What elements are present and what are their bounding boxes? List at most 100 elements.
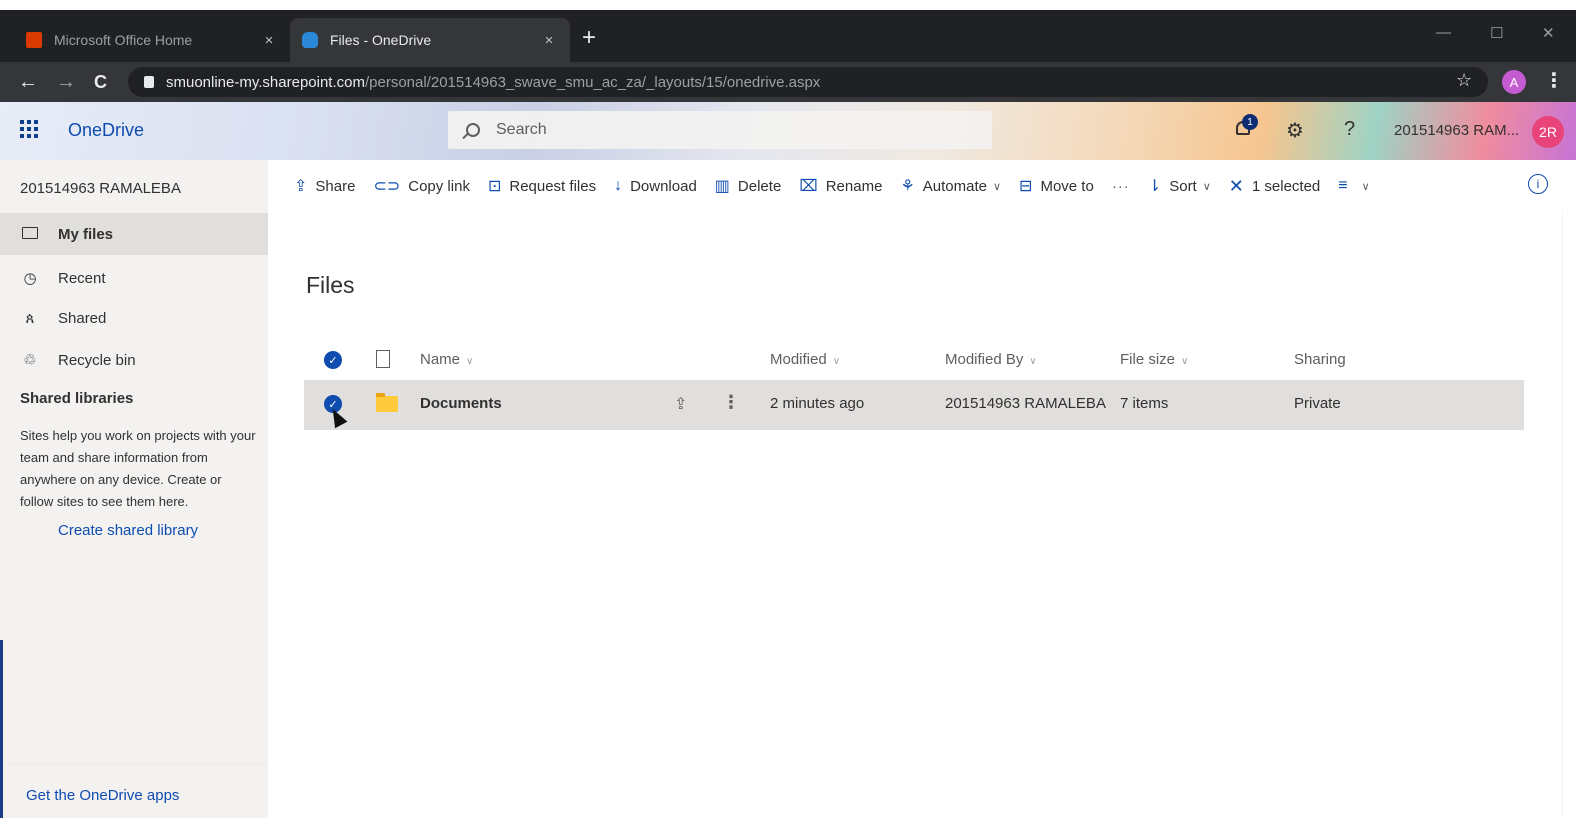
- sidebar-item-label: Shared: [58, 309, 107, 327]
- get-apps-footer: Get the OneDrive apps: [0, 764, 268, 818]
- chevron-down-icon: ∨: [1361, 180, 1370, 193]
- chevron-down-icon: ∨: [1181, 356, 1189, 367]
- automate-button[interactable]: ⚘ Automate ∨: [900, 176, 1001, 196]
- close-icon[interactable]: ×: [260, 32, 278, 49]
- command-bar: ⇪ Share ⊂⊃ Copy link ⊡ Request files ↓ D…: [268, 160, 1576, 212]
- shared-libraries-description: Sites help you work on projects with you…: [20, 428, 256, 509]
- account-avatar[interactable]: 2R: [1532, 116, 1564, 148]
- sidebar-item-my-files[interactable]: My files: [0, 213, 268, 255]
- request-files-icon: ⊡: [487, 178, 502, 195]
- row-modified: 2 minutes ago: [770, 395, 865, 412]
- account-name[interactable]: 201514963 RAM...: [1394, 122, 1519, 139]
- bookmark-star-icon[interactable]: ☆: [1456, 70, 1472, 91]
- move-to-button[interactable]: ⊟ Move to: [1019, 176, 1094, 196]
- table-row[interactable]: ✓ Documents ⇪ ⋮ 2 minutes ago 201514963 …: [304, 380, 1524, 430]
- office-icon: [26, 32, 42, 48]
- clear-selection-button[interactable]: ✕ 1 selected: [1229, 176, 1320, 197]
- sort-button[interactable]: ⇂ Sort ∨: [1148, 176, 1211, 196]
- tab-files-onedrive[interactable]: Files - OneDrive ×: [290, 18, 570, 62]
- column-label: Modified By: [945, 351, 1024, 368]
- row-name-link[interactable]: Documents: [420, 395, 502, 412]
- list-view-icon: ≡: [1338, 177, 1348, 194]
- share-icon[interactable]: ⇪: [674, 394, 687, 414]
- chevron-down-icon: ∨: [466, 356, 474, 367]
- minimize-button[interactable]: —: [1436, 24, 1451, 41]
- info-icon[interactable]: i: [1528, 174, 1548, 194]
- share-icon: ⇪: [294, 178, 308, 195]
- download-label: Download: [630, 177, 697, 195]
- copy-link-button[interactable]: ⊂⊃ Copy link: [373, 176, 470, 196]
- people-icon: ጰ: [25, 309, 35, 327]
- help-icon[interactable]: ?: [1344, 118, 1355, 141]
- rename-label: Rename: [825, 177, 883, 195]
- suite-header: OneDrive Search 1 ⚙ ? 201514963 RAM... 2…: [0, 102, 1576, 160]
- selected-count-label: 1 selected: [1251, 177, 1321, 195]
- sidebar-item-shared[interactable]: ጰ Shared: [0, 297, 268, 339]
- folder-icon: [20, 226, 40, 243]
- reload-button[interactable]: C: [94, 68, 107, 96]
- view-options-button[interactable]: ≡ ∨: [1338, 177, 1369, 195]
- share-button[interactable]: ⇪ Share: [294, 176, 355, 196]
- main-content: Files ✓ Name ∨ Modified ∨ Modified By ∨ Fil…: [268, 212, 1576, 818]
- nav-owner-name: 201514963 RAMALEBA: [20, 180, 181, 197]
- create-shared-library-link[interactable]: Create shared library: [58, 522, 198, 539]
- file-type-icon[interactable]: [376, 350, 390, 368]
- download-button[interactable]: ↓ Download: [614, 177, 697, 195]
- delete-button[interactable]: ▥ Delete: [715, 176, 781, 196]
- sidebar-item-recent[interactable]: ◷ Recent: [0, 257, 268, 299]
- get-onedrive-apps-link[interactable]: Get the OneDrive apps: [26, 787, 179, 804]
- url-field[interactable]: smuonline-my.sharepoint.com/personal/201…: [128, 67, 1488, 97]
- search-placeholder: Search: [496, 121, 547, 138]
- download-icon: ↓: [614, 177, 623, 194]
- list-header: ✓ Name ∨ Modified ∨ Modified By ∨ File size…: [304, 342, 1524, 378]
- rename-button[interactable]: ⌧ Rename: [799, 176, 882, 196]
- maximize-button[interactable]: ☐: [1490, 24, 1503, 42]
- search-input[interactable]: Search: [448, 111, 992, 149]
- browser-menu-icon[interactable]: ⋮: [1544, 68, 1564, 93]
- recycle-bin-icon: ♲: [23, 352, 37, 369]
- request-files-label: Request files: [509, 177, 597, 195]
- tab-microsoft-office-home[interactable]: Microsoft Office Home ×: [14, 18, 290, 62]
- sort-icon: ⇂: [1147, 178, 1162, 195]
- window-close-button[interactable]: ✕: [1542, 24, 1555, 42]
- move-to-icon: ⊟: [1019, 178, 1033, 195]
- browser-tab-bar: Microsoft Office Home × Files - OneDrive…: [0, 10, 1576, 62]
- settings-gear-icon[interactable]: ⚙: [1286, 118, 1304, 143]
- back-button[interactable]: ←: [18, 68, 38, 96]
- url-host: smuonline-my.sharepoint.com: [166, 73, 365, 91]
- select-all-checkbox[interactable]: ✓: [324, 351, 342, 369]
- chevron-down-icon: ∨: [1202, 180, 1211, 193]
- tab-title: Files - OneDrive: [330, 32, 432, 48]
- onedrive-cloud-icon: [302, 32, 318, 48]
- more-actions-button[interactable]: ···: [1112, 178, 1130, 195]
- notifications-button[interactable]: 1: [1234, 114, 1258, 138]
- search-icon: [466, 123, 480, 137]
- profile-avatar[interactable]: A: [1502, 70, 1526, 94]
- sidebar-item-recycle-bin[interactable]: ♲ Recycle bin: [0, 339, 268, 381]
- app-name[interactable]: OneDrive: [68, 120, 144, 141]
- notification-badge: 1: [1242, 114, 1258, 130]
- trash-icon: ▥: [714, 178, 730, 195]
- row-modified-by: 201514963 RAMALEBA: [945, 395, 1106, 412]
- column-header-name[interactable]: Name ∨: [420, 351, 473, 368]
- link-icon: ⊂⊃: [373, 178, 401, 195]
- column-header-file-size[interactable]: File size ∨: [1120, 351, 1188, 368]
- close-icon[interactable]: ×: [540, 32, 558, 49]
- app-launcher-icon[interactable]: [20, 120, 38, 138]
- more-options-icon[interactable]: ⋮: [722, 392, 740, 413]
- scrollbar[interactable]: [1562, 212, 1576, 818]
- column-header-modified[interactable]: Modified ∨: [770, 351, 840, 368]
- sidebar-item-label: Recycle bin: [58, 351, 136, 369]
- shared-libraries-heading: Shared libraries: [20, 390, 134, 407]
- share-label: Share: [315, 177, 356, 195]
- folder-icon: [376, 393, 398, 412]
- request-files-button[interactable]: ⊡ Request files: [488, 176, 596, 196]
- clock-icon: ◷: [23, 270, 37, 287]
- new-tab-button[interactable]: +: [582, 24, 596, 52]
- forward-button[interactable]: →: [56, 68, 76, 96]
- column-header-modified-by[interactable]: Modified By ∨: [945, 351, 1037, 368]
- column-header-sharing[interactable]: Sharing: [1294, 351, 1346, 368]
- row-sharing: Private: [1294, 395, 1341, 412]
- top-strip: [0, 0, 1576, 10]
- rename-icon: ⌧: [799, 178, 818, 195]
